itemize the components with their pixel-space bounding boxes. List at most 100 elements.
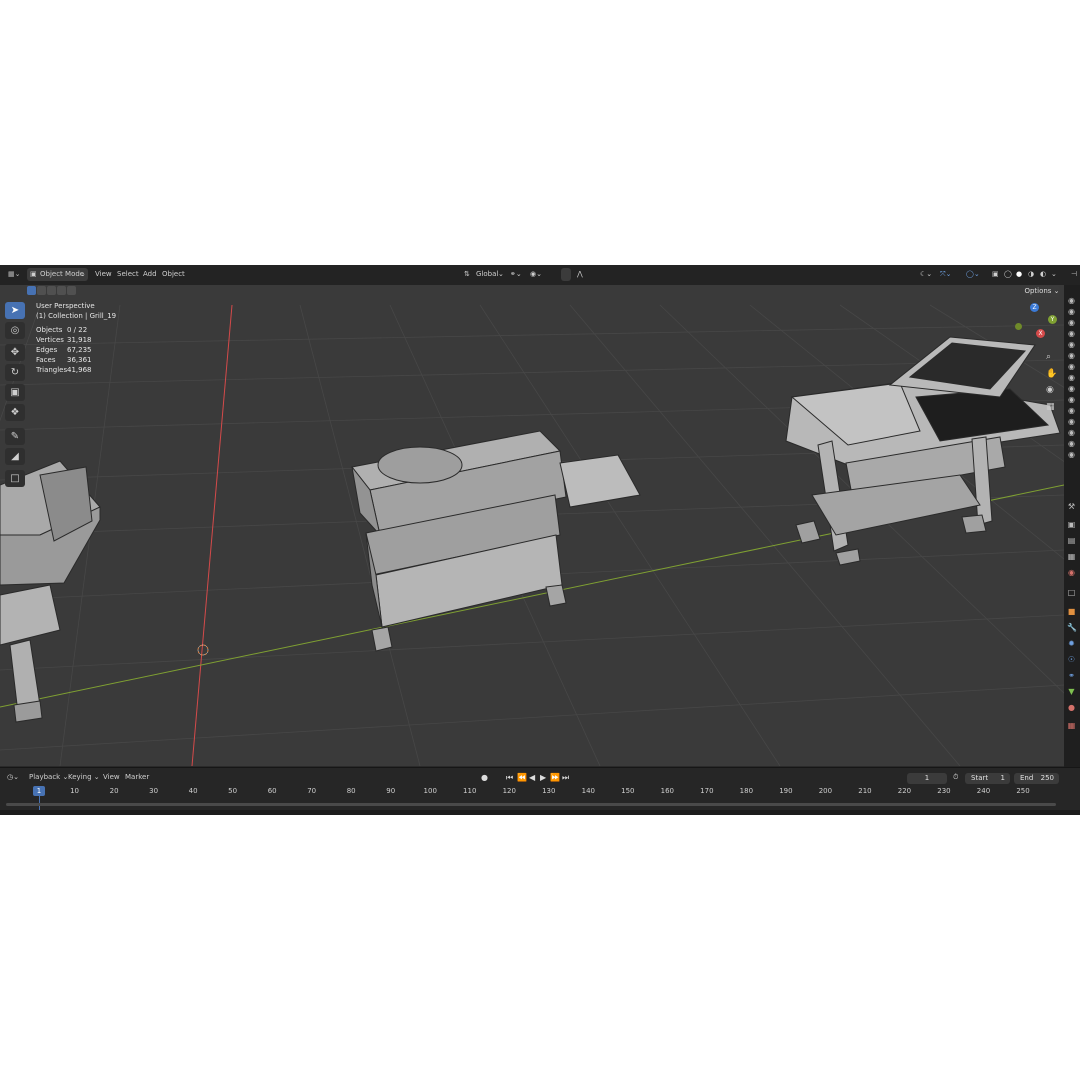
shading-material-icon[interactable]: ◑ (1028, 269, 1034, 279)
scale-tool-button[interactable]: ▣ (5, 384, 25, 401)
ortho-grid-icon[interactable]: ▦ (1046, 402, 1055, 412)
snap-icon[interactable]: ◉⌄ (530, 269, 542, 279)
shading-rendered-icon[interactable]: ◐ (1040, 269, 1046, 279)
camera-icon[interactable]: ◉ (1067, 451, 1076, 459)
orientation-chevron-icon: ⌄ (498, 270, 504, 278)
menu-add[interactable]: Add (143, 269, 157, 279)
output-properties-icon[interactable]: ▤ (1067, 537, 1076, 545)
visibility-icon[interactable]: ☾⌄ (920, 269, 932, 279)
transform-tool-button[interactable]: ❖ (5, 404, 25, 421)
stat-row: Edges 67,235 (36, 346, 92, 354)
collection-name: (1) Collection | Grill_19 (36, 312, 117, 320)
camera-icon[interactable]: ◉ (1067, 440, 1076, 448)
camera-icon[interactable]: ◉ (1067, 330, 1076, 338)
texture-properties-icon[interactable]: ▦ (1067, 722, 1076, 730)
camera-icon[interactable]: ◉ (1067, 319, 1076, 327)
view-layer-icon[interactable]: ▦ (1067, 553, 1076, 561)
pan-hand-icon[interactable]: ✋ (1046, 369, 1057, 379)
constraints-icon[interactable]: ⚭ (1067, 672, 1076, 680)
rotate-tool-button[interactable]: ↻ (5, 364, 25, 381)
ruler-frame-label: 210 (858, 787, 872, 795)
ruler-frame-label: 30 (149, 787, 159, 795)
camera-icon[interactable]: ◉ (1067, 297, 1076, 305)
camera-icon[interactable]: ◉ (1067, 429, 1076, 437)
camera-icon[interactable]: ◉ (1067, 396, 1076, 404)
snap-toggle[interactable] (561, 268, 571, 281)
scene-properties-icon[interactable]: ◉ (1067, 569, 1076, 577)
timeline-scrollbar[interactable] (6, 803, 1056, 806)
zoom-icon[interactable]: ⌕ (1046, 352, 1051, 362)
select-mode-new-button[interactable] (27, 286, 36, 295)
ruler-frame-label: 70 (307, 787, 317, 795)
stat-row: Triangles 41,968 (36, 366, 92, 374)
ruler-frame-label: 100 (423, 787, 437, 795)
world-properties-icon[interactable]: □ (1067, 589, 1076, 597)
proportional-edit-icon[interactable]: ⋀ (577, 269, 583, 279)
annotate-tool-button[interactable]: ✎ (5, 428, 25, 445)
x-axis-line (191, 304, 233, 766)
overlay-toggle-icon[interactable]: ◯⌄ (966, 269, 980, 279)
camera-icon[interactable]: ◉ (1067, 418, 1076, 426)
grill-right (785, 336, 1061, 566)
ruler-labels: 1 10 20 30 40 50 60 70 80 90 100 110 120 130 140 150 160… (0, 768, 1064, 798)
physics-icon[interactable]: ☉ (1067, 656, 1076, 664)
material-properties-icon[interactable]: ● (1067, 704, 1076, 712)
orientation-icon: ⇅ (464, 270, 470, 278)
gizmo-y-axis[interactable]: Y (1048, 315, 1057, 324)
options-dropdown[interactable]: Options ⌄ (1024, 286, 1060, 297)
ruler-frame-label: 250 (1016, 787, 1030, 795)
camera-icon[interactable]: ◉ (1067, 341, 1076, 349)
stat-row: Objects 0 / 22 (36, 326, 88, 334)
editor-type-icon[interactable]: ▦⌄ (8, 269, 20, 279)
select-mode-subtract-button[interactable] (47, 286, 56, 295)
particles-icon[interactable]: ✹ (1067, 640, 1076, 648)
ruler-frame-label: 120 (502, 787, 516, 795)
select-mode-intersect-button[interactable] (67, 286, 76, 295)
xray-icon[interactable]: ▣ (992, 269, 999, 279)
menu-select[interactable]: Select (117, 269, 139, 279)
ruler-frame-label: 10 (70, 787, 80, 795)
ruler-frame-label: 170 (700, 787, 714, 795)
select-mode-invert-button[interactable] (57, 286, 66, 295)
sidebar-toggle-icon[interactable]: ⊣ (1071, 269, 1077, 279)
ruler-frame-label: 180 (739, 787, 754, 795)
3d-cursor (197, 644, 209, 656)
shading-chevron-icon[interactable]: ⌄ (1051, 269, 1057, 279)
ruler-frame-label: 20 (109, 787, 119, 795)
menu-object[interactable]: Object (162, 269, 185, 279)
move-tool-button[interactable]: ✥ (5, 344, 25, 361)
menu-view[interactable]: View (95, 269, 112, 279)
render-properties-icon[interactable]: ▣ (1067, 521, 1076, 529)
modifier-properties-icon[interactable]: 🔧 (1067, 624, 1077, 632)
navigation-gizmo[interactable]: Z Y X (1010, 301, 1060, 351)
camera-view-icon[interactable]: ◉ (1046, 385, 1054, 395)
orientation-dropdown[interactable]: Global (476, 269, 498, 279)
add-cube-tool-button[interactable]: □ (5, 470, 25, 487)
gizmo-neg-x[interactable] (1015, 323, 1022, 330)
camera-icon[interactable]: ◉ (1067, 407, 1076, 415)
measure-tool-button[interactable]: ◢ (5, 448, 25, 465)
data-properties-icon[interactable]: ▼ (1067, 688, 1076, 696)
gizmo-z-axis[interactable]: Z (1030, 303, 1039, 312)
3d-viewport[interactable]: ➤ ◎ ✥ ↻ ▣ ❖ ✎ ◢ □ User Perspective (1) C… (0, 285, 1064, 766)
mode-chevron-icon: ⌄ (80, 270, 86, 278)
gizmo-toggle-icon[interactable]: ⤧⌄ (940, 269, 951, 279)
object-properties-icon[interactable]: ■ (1067, 608, 1076, 616)
grill-left (0, 460, 101, 723)
tool-properties-icon[interactable]: ⚒ (1067, 503, 1076, 511)
shading-solid-icon[interactable]: ● (1016, 269, 1022, 279)
ruler-frame-label: 80 (346, 787, 356, 795)
select-mode-extend-button[interactable] (37, 286, 46, 295)
gizmo-x-axis[interactable]: X (1036, 329, 1045, 338)
camera-icon[interactable]: ◉ (1067, 385, 1076, 393)
camera-icon[interactable]: ◉ (1067, 374, 1076, 382)
camera-icon[interactable]: ◉ (1067, 363, 1076, 371)
ruler-frame-label: 140 (581, 787, 595, 795)
shading-wireframe-icon[interactable]: ◯ (1004, 269, 1012, 279)
camera-icon[interactable]: ◉ (1067, 352, 1076, 360)
camera-icon[interactable]: ◉ (1067, 308, 1076, 316)
cursor-tool-button[interactable]: ◎ (5, 322, 25, 339)
ruler-frame-label: 160 (660, 787, 675, 795)
pivot-icon[interactable]: ⚭⌄ (510, 269, 522, 279)
select-tool-button[interactable]: ➤ (5, 302, 25, 319)
